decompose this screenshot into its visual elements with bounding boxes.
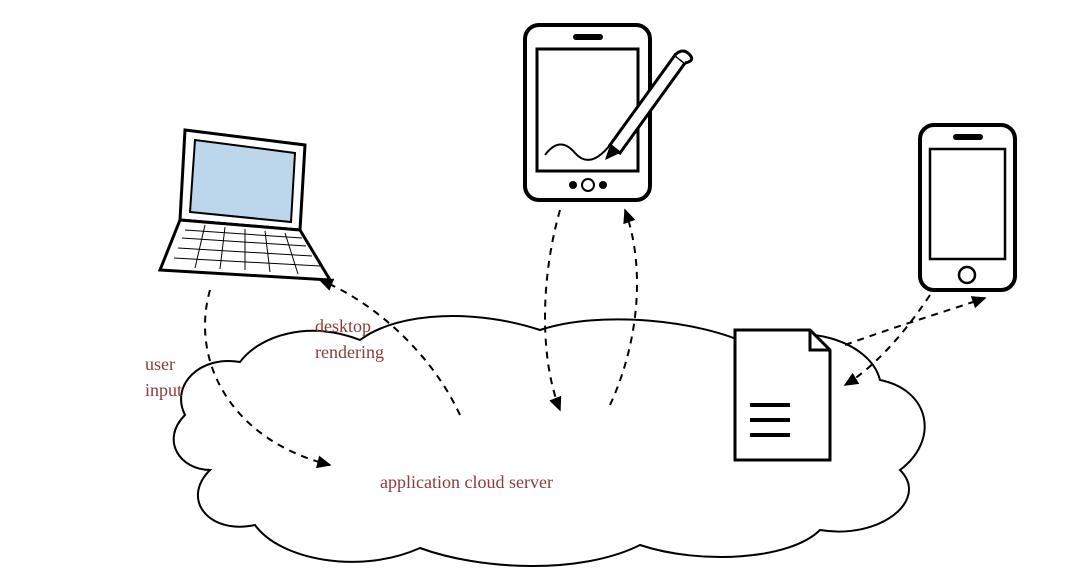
tablet-icon [525,25,692,200]
arrow-tablet-down [545,210,560,410]
arrow-user-input [205,290,330,465]
smartphone-icon [920,125,1015,290]
laptop-icon [160,130,330,280]
label-user-input-2: input [145,378,182,403]
arrow-tablet-up [610,210,637,405]
label-desktop-2: rendering [315,340,384,365]
label-desktop-1: desktop [315,314,371,339]
label-user-input-1: user [145,352,175,377]
arrow-phone-up [845,298,985,345]
label-cloud-server: application cloud server [380,470,553,495]
diagram-canvas [0,0,1080,588]
server-icon [735,330,830,460]
